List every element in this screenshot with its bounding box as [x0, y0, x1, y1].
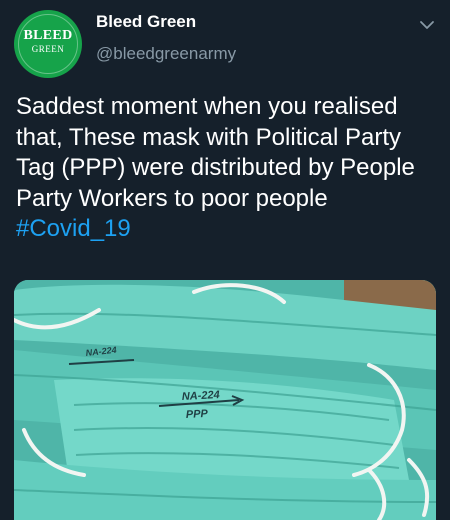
- avatar-logo-line1: BLEED: [23, 28, 73, 43]
- display-name[interactable]: Bleed Green: [96, 12, 196, 32]
- tweet-body: Saddest moment when you realised that, T…: [16, 93, 415, 212]
- masks-photo: NA-224 NA-224 PPP: [14, 280, 436, 520]
- hashtag-link[interactable]: #Covid_19: [16, 215, 131, 242]
- avatar-logo-line2: GREEN: [31, 44, 65, 54]
- chevron-down-icon[interactable]: [418, 16, 436, 34]
- user-handle[interactable]: @bleedgreenarmy: [96, 44, 236, 64]
- avatar-logo: BLEED GREEN: [14, 28, 82, 54]
- tweet-media-image[interactable]: NA-224 NA-224 PPP: [14, 280, 436, 520]
- tweet-card[interactable]: BLEED GREEN Bleed Green @bleedgreenarmy …: [0, 0, 450, 520]
- avatar[interactable]: BLEED GREEN: [14, 10, 82, 78]
- tweet-text: Saddest moment when you realised that, T…: [16, 92, 438, 245]
- mask-party-tag: PPP: [186, 408, 209, 421]
